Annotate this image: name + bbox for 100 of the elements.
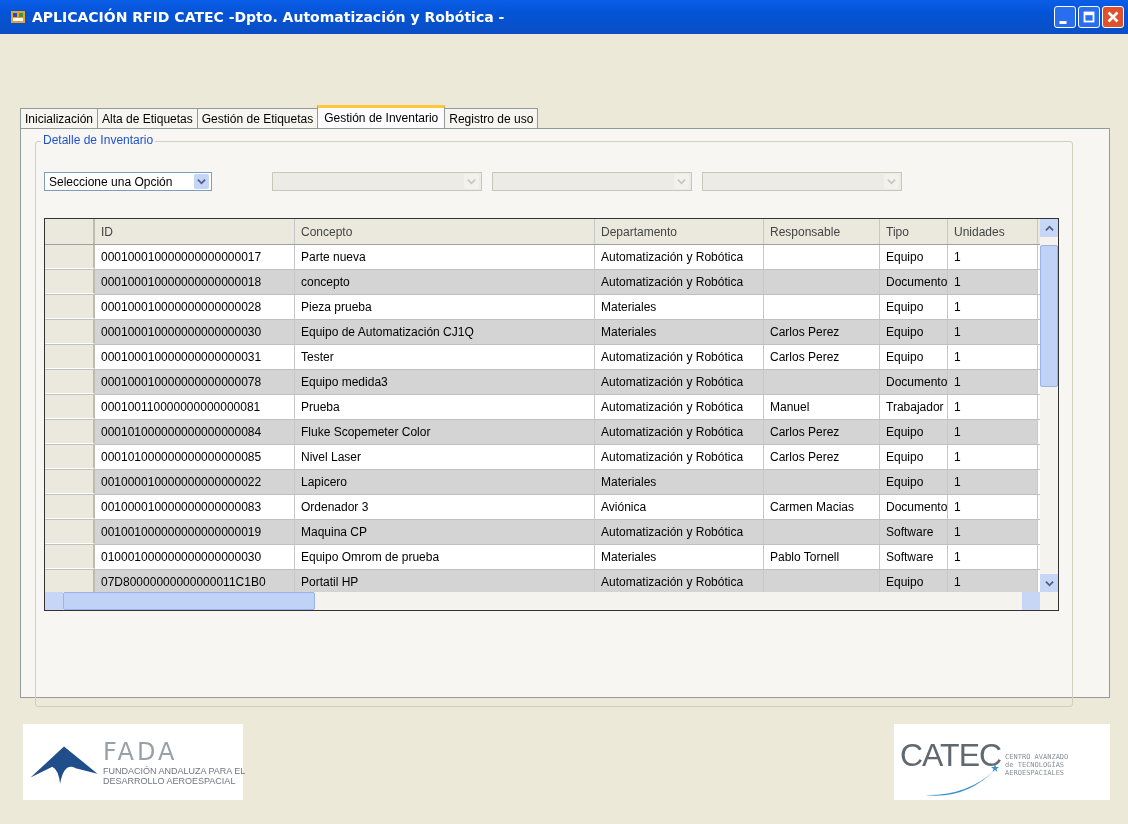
table-cell: Automatización y Robótica [595, 570, 764, 592]
table-cell: 1 [948, 570, 1038, 592]
table-cell: Automatización y Robótica [595, 445, 764, 469]
table-cell: Documento [880, 370, 948, 394]
table-cell: Carmen Macias [764, 495, 880, 519]
row-header[interactable] [45, 445, 95, 469]
tab[interactable]: Gestión de Inventario [317, 105, 446, 128]
table-cell: Pieza prueba [295, 295, 595, 319]
column-header[interactable]: ID [95, 219, 295, 244]
vertical-scrollbar[interactable] [1040, 219, 1058, 592]
table-cell: 07D80000000000000011C1B0 [95, 570, 295, 592]
table-cell: Equipo medida3 [295, 370, 595, 394]
dropdown[interactable]: Seleccione una Opción [44, 172, 212, 191]
table-cell: 1 [948, 370, 1038, 394]
row-header[interactable] [45, 570, 95, 592]
window-title: APLICACIÓN RFID CATEC -Dpto. Automatización y Robótica - [32, 9, 506, 25]
table-cell: 1 [948, 245, 1038, 269]
table-cell: Trabajador [880, 395, 948, 419]
scroll-down-icon[interactable] [1044, 578, 1054, 588]
tab[interactable]: Registro de uso [444, 108, 539, 128]
close-button[interactable] [1102, 6, 1124, 28]
row-header[interactable] [45, 270, 95, 294]
table-cell: Nivel Laser [295, 445, 595, 469]
logo-subtitle: DESARROLLO AEROESPACIAL [103, 776, 237, 786]
row-header[interactable] [45, 295, 95, 319]
table-cell: 1 [948, 445, 1038, 469]
table-cell: Carlos Perez [764, 445, 880, 469]
table-cell: Automatización y Robótica [595, 270, 764, 294]
logo-subtitle: FUNDACIÓN ANDALUZA PARA EL [103, 766, 246, 776]
table-cell: 1 [948, 545, 1038, 569]
app-icon [10, 9, 26, 25]
horizontal-scrollbar[interactable] [45, 592, 1058, 610]
table-cell: 1 [948, 420, 1038, 444]
table-cell: Automatización y Robótica [595, 420, 764, 444]
table-cell: Tester [295, 345, 595, 369]
table-cell: 1 [948, 295, 1038, 319]
row-header[interactable] [45, 520, 95, 544]
maximize-button[interactable] [1078, 6, 1100, 28]
table-cell: Automatización y Robótica [595, 245, 764, 269]
table-cell: Software [880, 520, 948, 544]
tab[interactable]: Inicialización [20, 108, 99, 128]
table-cell: concepto [295, 270, 595, 294]
table-cell: Equipo de Automatización CJ1Q [295, 320, 595, 344]
table-cell: 000100010000000000000028 [95, 295, 295, 319]
column-header[interactable]: Concepto [295, 219, 595, 244]
table-cell: Equipo [880, 470, 948, 494]
table-cell: Automatización y Robótica [595, 395, 764, 419]
table-cell: Materiales [595, 545, 764, 569]
row-header[interactable] [45, 495, 95, 519]
table-cell: 1 [948, 395, 1038, 419]
column-header[interactable]: Unidades [948, 219, 1038, 244]
table-cell: Equipo [880, 245, 948, 269]
table-cell: Materiales [595, 295, 764, 319]
row-header[interactable] [45, 370, 95, 394]
row-header[interactable] [45, 545, 95, 569]
logo-name: CATEC [900, 736, 1002, 774]
row-header[interactable] [45, 320, 95, 344]
row-header[interactable] [45, 395, 95, 419]
table-cell: 1 [948, 345, 1038, 369]
table-cell: 010001000000000000000030 [95, 545, 295, 569]
column-header[interactable]: Departamento [595, 219, 764, 244]
table-cell: Maquina CP [295, 520, 595, 544]
table-cell: Materiales [595, 470, 764, 494]
table-cell: Documento [880, 270, 948, 294]
table-cell: Software [880, 545, 948, 569]
table-cell: Equipo [880, 345, 948, 369]
minimize-icon [1059, 20, 1067, 24]
minimize-button[interactable] [1054, 6, 1076, 28]
scroll-up-icon[interactable] [1044, 223, 1054, 233]
table-cell: 000100010000000000000078 [95, 370, 295, 394]
table-cell: Fluke Scopemeter Color [295, 420, 595, 444]
table-cell: Materiales [595, 320, 764, 344]
table-cell: Parte nueva [295, 245, 595, 269]
table-cell: Equipo [880, 320, 948, 344]
table-cell: 001001000000000000000019 [95, 520, 295, 544]
column-header[interactable]: Responsable [764, 219, 880, 244]
table-cell: Documento [880, 495, 948, 519]
table-cell: 001000010000000000000083 [95, 495, 295, 519]
table-cell: Manuel [764, 395, 880, 419]
table-cell: Portatil HP [295, 570, 595, 592]
tab[interactable]: Gestión de Etiquetas [196, 108, 319, 128]
table-cell: Equipo [880, 420, 948, 444]
group-title: Detalle de Inventario [41, 133, 156, 147]
table-cell: Carlos Perez [764, 420, 880, 444]
table-cell: Ordenador 3 [295, 495, 595, 519]
table-cell: 001000010000000000000022 [95, 470, 295, 494]
table-cell: 000100010000000000000031 [95, 345, 295, 369]
table-cell: Automatización y Robótica [595, 345, 764, 369]
row-header[interactable] [45, 245, 95, 269]
table-cell: Carlos Perez [764, 345, 880, 369]
tab[interactable]: Alta de Etiquetas [97, 108, 198, 128]
table-cell: 1 [948, 520, 1038, 544]
table-cell: Equipo [880, 570, 948, 592]
row-header[interactable] [45, 420, 95, 444]
row-header[interactable] [45, 470, 95, 494]
table-cell: Equipo [880, 295, 948, 319]
table-cell: 1 [948, 320, 1038, 344]
table-cell: Automatización y Robótica [595, 370, 764, 394]
row-header[interactable] [45, 345, 95, 369]
column-header[interactable]: Tipo [880, 219, 948, 244]
